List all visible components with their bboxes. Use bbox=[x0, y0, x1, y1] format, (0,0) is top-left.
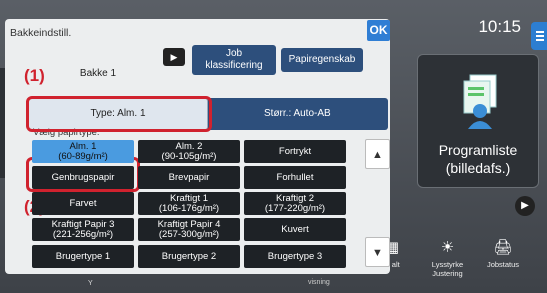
scroll-up-button[interactable]: ▲ bbox=[365, 139, 390, 169]
paper-type-label: Brugertype 3 bbox=[267, 250, 323, 262]
paper-type-button[interactable]: Forhullet bbox=[244, 166, 346, 189]
paper-type-button[interactable]: Alm. 1 (60-89g/m²) bbox=[32, 140, 134, 163]
paper-type-weight: (90-105g/m²) bbox=[161, 150, 217, 162]
job-classification-button[interactable]: Job klassificering bbox=[192, 45, 276, 75]
paper-type-label: Farvet bbox=[69, 197, 97, 209]
paper-type-label: Brugertype 2 bbox=[161, 250, 217, 262]
paper-type-label: Kraftigt Papir 3 bbox=[51, 218, 115, 230]
job-status-button[interactable]: 🖨 Jobstatus bbox=[478, 238, 528, 269]
printer-alert-icon: 🖨 bbox=[493, 239, 513, 256]
tray-1-tab[interactable]: Bakke 1 bbox=[38, 58, 158, 82]
paper-type-label: Brevpapir bbox=[168, 171, 210, 183]
paper-type-button[interactable]: Kraftigt 1 (106-176g/m²) bbox=[138, 192, 240, 215]
paper-type-label: Genbrugspapir bbox=[51, 171, 115, 183]
menu-tab[interactable] bbox=[531, 22, 547, 50]
panel-title: Bakkeindstill. bbox=[10, 27, 72, 39]
paper-type-label: Forhullet bbox=[276, 171, 314, 183]
touch-screen: 10:15 Programliste (billedafs.) ▶ ▦ l i … bbox=[0, 0, 547, 293]
program-list-tile[interactable]: Programliste (billedafs.) bbox=[417, 54, 539, 188]
paper-type-label: Kraftigt Papir 4 bbox=[157, 218, 221, 230]
tray-next-button[interactable]: ▶ bbox=[163, 48, 185, 66]
paper-type-button[interactable]: Fortrykt bbox=[244, 140, 346, 163]
paper-type-button[interactable]: Brugertype 2 bbox=[138, 245, 240, 268]
paper-type-label: Kraftigt 1 bbox=[169, 192, 209, 204]
paper-type-label: Kuvert bbox=[281, 223, 309, 235]
paper-type-weight: (257-300g/m²) bbox=[158, 228, 220, 240]
menu-icon-line bbox=[536, 35, 544, 37]
program-list-label-line1: Programliste bbox=[438, 142, 518, 158]
brightness-button[interactable]: ☀ Lysstyrke Justering bbox=[420, 238, 475, 278]
paper-type-weight: (221-256g/m²) bbox=[52, 228, 114, 240]
callout-number-1: (1) bbox=[24, 66, 45, 85]
clock: 10:15 bbox=[478, 17, 521, 36]
paper-type-button[interactable]: Kraftigt Papir 4 (257-300g/m²) bbox=[138, 218, 240, 241]
brightness-label-line2: Justering bbox=[432, 269, 463, 278]
paper-type-button[interactable]: Brevpapir bbox=[138, 166, 240, 189]
size-tab[interactable]: Størr.: Auto-AB bbox=[264, 98, 331, 130]
job-classification-label-line2: klassificering bbox=[205, 60, 263, 71]
paper-type-weight: (177-220g/m²) bbox=[264, 202, 326, 214]
paper-type-button[interactable]: Brugertype 1 bbox=[32, 245, 134, 268]
document-person-icon bbox=[463, 74, 497, 129]
paper-type-button[interactable]: Kuvert bbox=[244, 218, 346, 241]
program-list-label-line2: (billedafs.) bbox=[445, 160, 511, 176]
paper-type-weight: (106-176g/m²) bbox=[158, 202, 220, 214]
paper-type-label: Fortrykt bbox=[278, 145, 312, 157]
paper-type-button[interactable]: Genbrugspapir bbox=[32, 166, 134, 189]
bottom-label-y: Y bbox=[88, 280, 93, 287]
menu-icon-line bbox=[536, 39, 544, 41]
paper-type-label: Alm. 2 bbox=[175, 140, 203, 152]
paper-type-button[interactable]: Brugertype 3 bbox=[244, 245, 346, 268]
paper-type-label: Kraftigt 2 bbox=[275, 192, 315, 204]
bottom-label-visning: visning bbox=[308, 279, 330, 286]
paper-type-button[interactable]: Farvet bbox=[32, 192, 134, 215]
sun-icon: ☀ bbox=[440, 239, 455, 256]
callout-box-1 bbox=[26, 96, 212, 132]
paper-type-label: Brugertype 1 bbox=[55, 250, 111, 262]
ok-button[interactable]: OK bbox=[367, 20, 390, 41]
paper-property-button[interactable]: Papiregenskab bbox=[281, 48, 363, 72]
paper-type-weight: (60-89g/m²) bbox=[58, 150, 108, 162]
paper-type-button[interactable]: Kraftigt 2 (177-220g/m²) bbox=[244, 192, 346, 215]
scroll-column: ▲ ▼ bbox=[365, 139, 390, 269]
menu-icon-line bbox=[536, 31, 544, 33]
next-page-button[interactable]: ▶ bbox=[515, 196, 535, 216]
paper-type-button[interactable]: Alm. 2 (90-105g/m²) bbox=[138, 140, 240, 163]
job-status-label: Jobstatus bbox=[486, 260, 520, 269]
scroll-down-button[interactable]: ▼ bbox=[365, 237, 390, 267]
paper-type-label: Alm. 1 bbox=[69, 140, 97, 152]
job-classification-label-line1: Job bbox=[225, 48, 243, 59]
program-list-label: Programliste (billedafs.) bbox=[418, 141, 538, 177]
paper-type-button[interactable]: Kraftigt Papir 3 (221-256g/m²) bbox=[32, 218, 134, 241]
brightness-label-line1: Lysstyrke bbox=[431, 260, 464, 269]
